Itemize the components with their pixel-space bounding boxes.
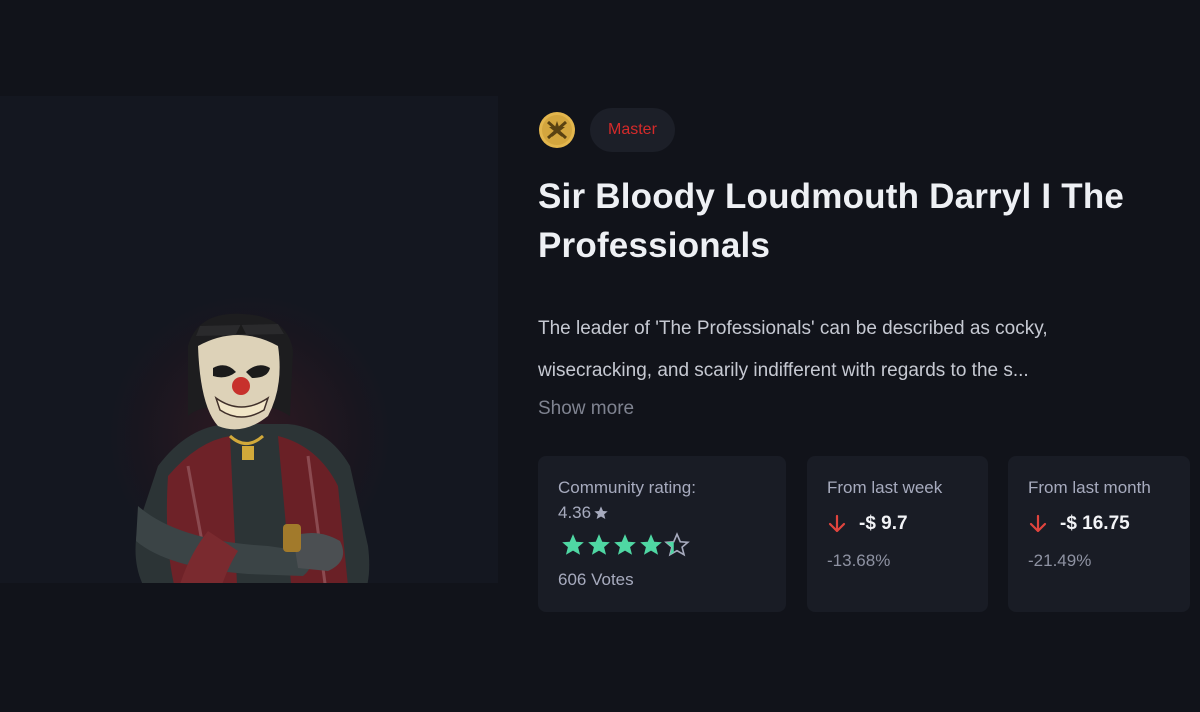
rating-value-row: 4.36 <box>558 503 609 523</box>
star-icon-4 <box>640 534 662 555</box>
arrow-down-icon <box>1029 514 1047 533</box>
rank-emblem-icon <box>539 112 575 148</box>
month-change-percent: -21.49% <box>1028 551 1092 570</box>
month-change-row: -$ 16.75 <box>1028 513 1130 535</box>
star-icon-1 <box>562 534 584 555</box>
item-title: Sir Bloody Loudmouth Darryl I The Profes… <box>538 177 1125 265</box>
month-change-amount: -$ 16.75 <box>1060 513 1130 534</box>
rarity-badge: Master <box>590 108 675 152</box>
rating-label: Community rating: <box>558 478 696 497</box>
arrow-down-icon <box>828 514 846 533</box>
star-icon-5-partial <box>664 532 690 557</box>
month-label: From last month <box>1028 478 1151 497</box>
week-label: From last week <box>827 478 943 497</box>
badge-row: Master <box>538 108 675 152</box>
star-icon <box>594 506 608 519</box>
show-more-link[interactable]: Show more <box>538 398 634 420</box>
week-change-row: -$ 9.7 <box>827 513 908 535</box>
community-rating-card: Community rating: 4.36 606 Votes <box>538 456 786 612</box>
monthly-change-card: From last month -$ 16.75 -21.49% <box>1008 456 1190 612</box>
item-image-panel <box>0 96 498 583</box>
week-change-amount: -$ 9.7 <box>859 513 908 534</box>
star-icon-2 <box>588 534 610 555</box>
item-description: The leader of 'The Professionals' can be… <box>538 318 1048 381</box>
week-change-percent: -13.68% <box>827 551 891 570</box>
vote-count: 606 Votes <box>558 570 634 589</box>
character-image <box>135 313 370 583</box>
rating-stars <box>560 532 690 558</box>
weekly-change-card: From last week -$ 9.7 -13.68% <box>807 456 988 612</box>
star-icon-3 <box>614 534 636 555</box>
rating-value: 4.36 <box>558 503 592 522</box>
